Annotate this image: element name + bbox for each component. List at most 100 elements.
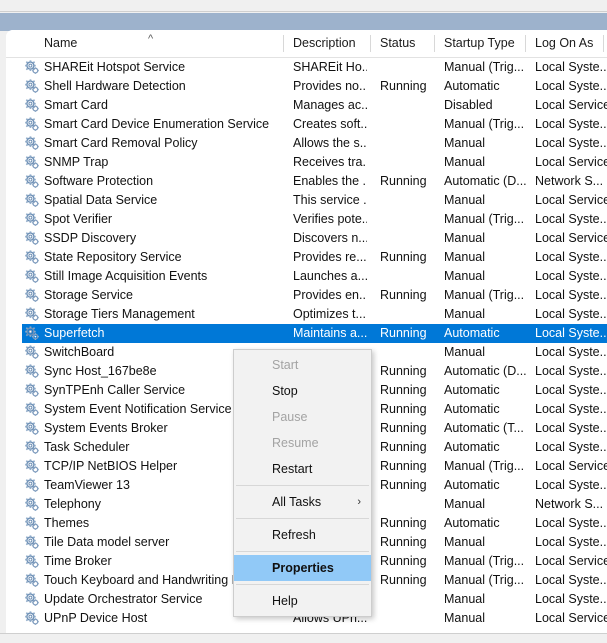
table-row[interactable]: Shell Hardware DetectionProvides no...Ru… [6,77,607,96]
service-gears-icon [24,155,40,170]
cell-status: Running [380,400,430,419]
service-gears-icon [24,79,40,94]
table-row[interactable]: Software ProtectionEnables the ...Runnin… [6,172,607,191]
cell-log-on-as: Local Syste... [535,267,607,286]
service-gears-icon [24,592,40,607]
table-row[interactable]: Smart Card Removal Policy Allows the s...… [6,134,607,153]
menu-item-help[interactable]: Help [234,588,371,614]
menu-item-label: Restart [272,462,312,476]
cell-service-name: State Repository Service [44,248,269,267]
cell-service-name: Software Protection [44,172,269,191]
cell-status [380,191,430,210]
cell-description: Allows the s... [293,134,367,153]
service-gears-icon [24,250,40,265]
cell-log-on-as: Local Syste... [535,134,607,153]
service-gears-icon [24,98,40,113]
list-column-header: Name ^ Description Status Startup Type L… [6,30,607,58]
service-gears-icon [24,554,40,569]
table-row[interactable]: SHAREit Hotspot ServiceSHAREit Ho...Manu… [6,58,607,77]
cell-log-on-as: Local Syste... [535,419,607,438]
cell-service-name: Spatial Data Service [44,191,269,210]
cell-startup-type: Manual [444,343,530,362]
cell-log-on-as: Local Syste... [535,571,607,590]
cell-service-name: Smart Card Removal Policy [44,134,269,153]
table-row[interactable]: Smart CardManages ac...DisabledLocal Ser… [6,96,607,115]
cell-startup-type: Manual (Trig... [444,210,530,229]
column-header-description[interactable]: Description [283,30,370,57]
cell-description: Optimizes t... [293,305,367,324]
cell-status: Running [380,533,430,552]
cell-description: Provides en... [293,286,367,305]
table-row[interactable]: Smart Card Device Enumeration ServiceCre… [6,115,607,134]
cell-description: Enables the ... [293,172,367,191]
service-context-menu[interactable]: StartStopPauseResumeRestartAll Tasks›Ref… [233,349,372,617]
cell-startup-type: Manual [444,305,530,324]
service-gears-icon [24,117,40,132]
cell-log-on-as: Local Syste... [535,476,607,495]
cell-startup-type: Manual [444,590,530,609]
cell-log-on-as: Local Service [535,229,607,248]
menu-item-restart[interactable]: Restart [234,456,371,482]
cell-status: Running [380,514,430,533]
cell-status [380,134,430,153]
cell-startup-type: Manual (Trig... [444,457,530,476]
cell-service-name: SSDP Discovery [44,229,269,248]
service-gears-icon [24,402,40,417]
column-header-startup-type[interactable]: Startup Type [434,30,525,57]
cell-startup-type: Manual [444,267,530,286]
table-row[interactable]: Still Image Acquisition EventsLaunches a… [6,267,607,286]
cell-log-on-as: Local Service [535,609,607,628]
pane-accent-band [0,13,607,31]
table-row[interactable]: Storage Tiers ManagementOptimizes t...Ma… [6,305,607,324]
cell-startup-type: Automatic [444,324,530,343]
cell-startup-type: Manual (Trig... [444,552,530,571]
menu-item-label: Help [272,594,298,608]
column-divider[interactable] [603,35,604,52]
menu-item-stop[interactable]: Stop [234,378,371,404]
cell-startup-type: Manual [444,248,530,267]
menu-item-start: Start [234,352,371,378]
cell-status: Running [380,476,430,495]
menu-item-label: Properties [272,561,334,575]
menu-item-all-tasks[interactable]: All Tasks› [234,489,371,515]
cell-startup-type: Automatic [444,438,530,457]
cell-log-on-as: Local Service [535,552,607,571]
window-chrome-strip [0,0,607,12]
table-row[interactable]: Storage ServiceProvides en...RunningManu… [6,286,607,305]
cell-startup-type: Manual [444,229,530,248]
column-header-status[interactable]: Status [370,30,434,57]
column-header-log-on-as[interactable]: Log On As [525,30,603,57]
menu-item-refresh[interactable]: Refresh [234,522,371,548]
menu-item-label: All Tasks [272,495,321,509]
cell-status: Running [380,324,430,343]
cell-status: Running [380,419,430,438]
cell-startup-type: Disabled [444,96,530,115]
service-gears-icon [24,269,40,284]
cell-status: Running [380,438,430,457]
cell-status: Running [380,552,430,571]
menu-item-properties[interactable]: Properties [234,555,371,581]
cell-startup-type: Manual (Trig... [444,286,530,305]
service-gears-icon [24,212,40,227]
table-row[interactable]: SNMP TrapReceives tra...ManualLocal Serv… [6,153,607,172]
service-gears-icon [24,193,40,208]
cell-startup-type: Manual [444,609,530,628]
table-row[interactable]: Spot VerifierVerifies pote...Manual (Tri… [6,210,607,229]
cell-startup-type: Manual (Trig... [444,58,530,77]
cell-status: Running [380,571,430,590]
cell-service-name: SHAREit Hotspot Service [44,58,269,77]
service-gears-icon [24,459,40,474]
cell-startup-type: Automatic [444,77,530,96]
cell-description: Discovers n... [293,229,367,248]
table-row[interactable]: Spatial Data ServiceThis service ...Manu… [6,191,607,210]
cell-startup-type: Manual [444,134,530,153]
service-gears-icon [24,288,40,303]
table-row[interactable]: SuperfetchMaintains a...RunningAutomatic… [6,324,607,343]
table-row[interactable]: SSDP Discovery Discovers n... Manual Local … [6,229,607,248]
cell-log-on-as: Local Service [535,457,607,476]
cell-description: Provides re... [293,248,367,267]
table-row[interactable]: State Repository ServiceProvides re...Ru… [6,248,607,267]
cell-service-name: Smart Card [44,96,269,115]
cell-startup-type: Automatic (D... [444,172,530,191]
cell-log-on-as: Local Syste... [535,210,607,229]
